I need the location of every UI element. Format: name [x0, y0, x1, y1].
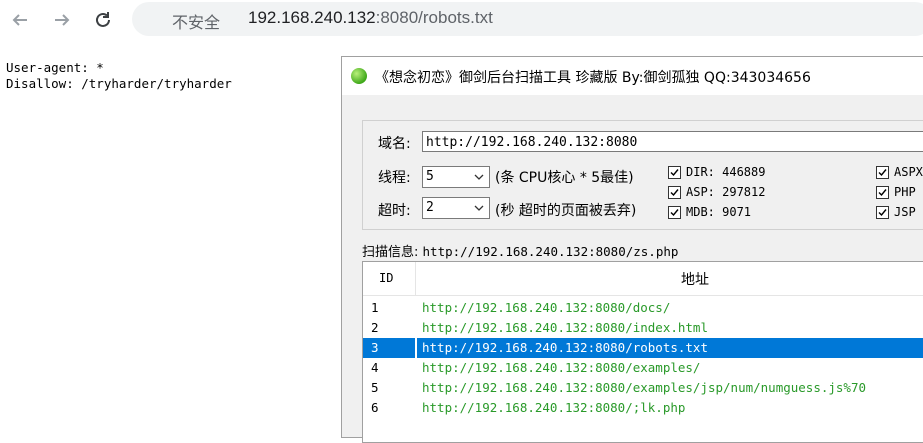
checkbox[interactable]: [668, 205, 681, 219]
robots-line: Disallow: /tryharder/tryharder: [6, 76, 232, 91]
address-bar[interactable]: 不安全 192.168.240.132:8080/robots.txt: [132, 2, 923, 36]
title-bar[interactable]: 《想念初恋》御剑后台扫描工具 珍藏版 By:御剑孤独 QQ:343034656: [342, 57, 923, 95]
timeout-select[interactable]: 2: [422, 197, 490, 219]
threads-label: 线程:: [378, 170, 411, 186]
url-host: 192.168.240.132: [248, 8, 376, 27]
checkbox[interactable]: [668, 185, 681, 199]
column-divider[interactable]: [415, 262, 416, 295]
row-id: 6: [371, 400, 379, 415]
table-row[interactable]: 4 http://192.168.240.132:8080/examples/: [363, 358, 923, 378]
row-url: http://192.168.240.132:8080/examples/jsp…: [422, 380, 867, 395]
dict-label: MDB: 9071: [686, 205, 752, 219]
browser-toolbar: 不安全 192.168.240.132:8080/robots.txt: [0, 0, 923, 42]
row-id: 5: [371, 380, 379, 395]
back-arrow-icon: [12, 14, 27, 26]
scanner-window: 《想念初恋》御剑后台扫描工具 珍藏版 By:御剑孤独 QQ:343034656 …: [341, 56, 923, 443]
table-row[interactable]: 6 http://192.168.240.132:8080/;lk.php: [363, 398, 923, 418]
threads-value: 5: [426, 169, 434, 184]
dict-checkbox-asp[interactable]: ASP: 297812: [668, 185, 765, 199]
timeout-label: 超时:: [378, 203, 411, 219]
checkmark-icon: [878, 188, 887, 196]
row-url: http://192.168.240.132:8080/docs/: [422, 300, 671, 315]
forward-arrow-icon: [55, 14, 70, 26]
row-id: 4: [371, 360, 379, 375]
scan-info-value: http://192.168.240.132:8080/zs.php: [422, 244, 679, 259]
checkbox[interactable]: [876, 165, 889, 179]
threads-hint: (条 CPU核心 * 5最佳): [495, 170, 634, 186]
checkbox[interactable]: [876, 185, 889, 199]
forward-button[interactable]: [48, 6, 76, 34]
checkmark-icon: [670, 168, 679, 176]
row-url: http://192.168.240.132:8080/;lk.php: [422, 400, 686, 415]
scan-info: 扫描信息: http://192.168.240.132:8080/zs.php: [362, 241, 678, 260]
scan-info-label: 扫描信息:: [362, 245, 419, 260]
checkmark-icon: [670, 188, 679, 196]
dropdown-arrow-icon: [474, 205, 484, 211]
dict-label: DIR: 446889: [686, 165, 766, 179]
list-header: ID 地址: [363, 262, 923, 296]
checkmark-icon: [878, 208, 887, 216]
checkmark-icon: [878, 168, 887, 176]
row-id: 1: [371, 300, 379, 315]
robots-line: User-agent: *: [6, 60, 104, 75]
dict-checkbox-php[interactable]: PHP: [876, 185, 916, 199]
threads-select[interactable]: 5: [422, 166, 490, 188]
checkbox[interactable]: [668, 165, 681, 179]
table-row[interactable]: 5 http://192.168.240.132:8080/examples/js…: [363, 378, 923, 398]
row-url: http://192.168.240.132:8080/examples/: [422, 360, 701, 375]
dict-checkbox-dir[interactable]: DIR: 446889: [668, 165, 765, 179]
reload-button[interactable]: [89, 6, 117, 34]
results-list[interactable]: ID 地址 1 http://192.168.240.132:8080/docs/…: [362, 261, 923, 443]
url-path: :8080/robots.txt: [375, 8, 493, 27]
dict-label: PHP: [894, 185, 916, 199]
row-id: 3: [371, 340, 379, 355]
dict-checkbox-aspx[interactable]: ASPX: [876, 165, 923, 179]
dict-checkbox-mdb[interactable]: MDB: 9071: [668, 205, 751, 219]
robots-content: User-agent: * Disallow: /tryharder/tryhar…: [6, 60, 232, 92]
timeout-value: 2: [426, 200, 434, 215]
security-label[interactable]: 不安全: [172, 9, 220, 33]
reload-icon: [96, 12, 110, 27]
dict-label: ASPX: [894, 165, 923, 179]
domain-label: 域名:: [378, 136, 411, 152]
table-row[interactable]: 3 http://192.168.240.132:8080/robots.txt: [363, 338, 923, 358]
window-title: 《想念初恋》御剑后台扫描工具 珍藏版 By:御剑孤独 QQ:343034656: [375, 70, 811, 86]
timeout-hint: (秒 超时的页面被丢弃): [495, 203, 637, 219]
row-url: http://192.168.240.132:8080/robots.txt: [422, 340, 708, 355]
checkbox[interactable]: [876, 205, 889, 219]
row-id: 2: [371, 320, 379, 335]
domain-input[interactable]: http://192.168.240.132:8080: [422, 131, 923, 152]
table-row[interactable]: 2 http://192.168.240.132:8080/index.html: [363, 318, 923, 338]
dict-checkbox-jsp[interactable]: JSP: [876, 205, 916, 219]
column-header-id[interactable]: ID: [379, 271, 393, 285]
column-header-address[interactable]: 地址: [681, 269, 709, 289]
back-button[interactable]: [6, 6, 34, 34]
row-url: http://192.168.240.132:8080/index.html: [422, 320, 708, 335]
app-orb-icon: [351, 68, 367, 84]
dropdown-arrow-icon: [474, 174, 484, 180]
dict-label: JSP: [894, 205, 916, 219]
checkmark-icon: [670, 208, 679, 216]
table-row[interactable]: 1 http://192.168.240.132:8080/docs/: [363, 298, 923, 318]
dict-label: ASP: 297812: [686, 185, 766, 199]
url-text[interactable]: 192.168.240.132:8080/robots.txt: [248, 8, 493, 28]
